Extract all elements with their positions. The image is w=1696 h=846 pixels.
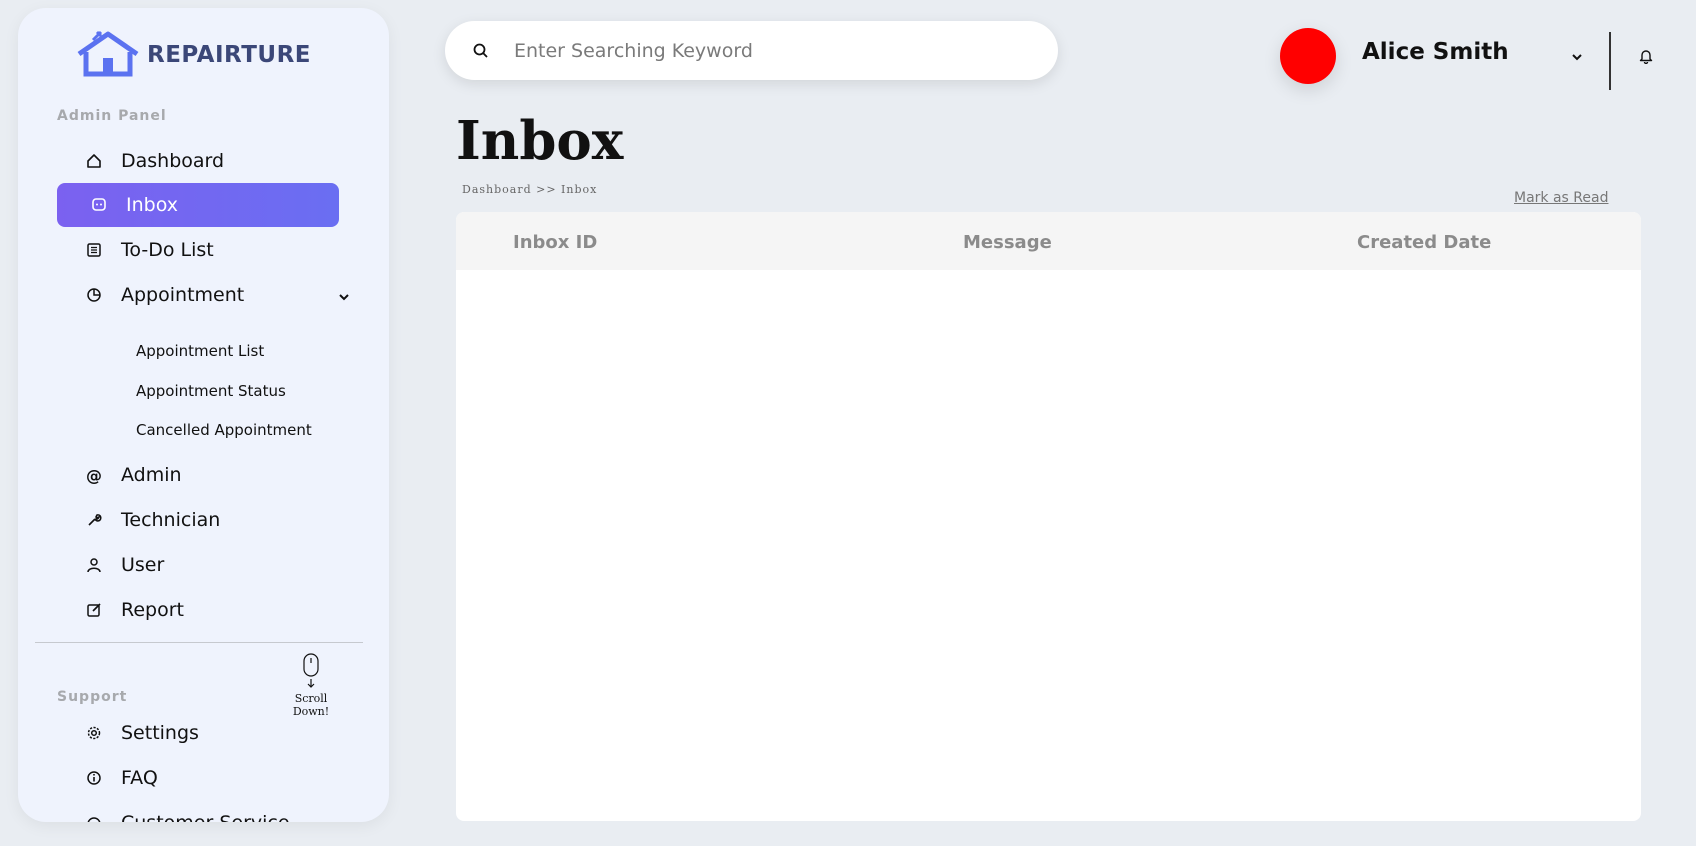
page-title: Inbox [456, 110, 624, 172]
wrench-icon [85, 511, 103, 529]
info-icon [85, 769, 103, 787]
sidebar-item-label: Report [121, 599, 184, 621]
user-name: Alice Smith [1362, 39, 1509, 65]
sidebar-item-appointment[interactable]: Appointment [57, 273, 349, 317]
sidebar-item-label: To-Do List [121, 239, 214, 261]
header-divider [1609, 32, 1611, 90]
scroll-hint: Scroll Down! [276, 653, 346, 718]
sidebar-item-label: Appointment [121, 284, 245, 306]
mark-as-read-link[interactable]: Mark as Read [1514, 190, 1608, 206]
sidebar-item-report[interactable]: Report [57, 588, 339, 632]
sidebar-item-label: Technician [121, 509, 221, 531]
sidebar-item-admin[interactable]: @ Admin [57, 453, 339, 497]
sidebar-item-inbox[interactable]: Inbox [57, 183, 339, 227]
bell-icon[interactable] [1638, 48, 1654, 68]
chevron-down-icon[interactable] [337, 815, 351, 822]
sidebar-item-settings[interactable]: Settings [57, 711, 339, 755]
column-header-inbox-id[interactable]: Inbox ID [513, 232, 597, 253]
sidebar-item-user[interactable]: User [57, 543, 339, 587]
sidebar-divider [35, 642, 363, 643]
sidebar-item-technician[interactable]: Technician [57, 498, 339, 542]
chevron-down-icon[interactable] [1570, 49, 1584, 68]
sidebar-item-faq[interactable]: FAQ [57, 756, 339, 800]
avatar[interactable] [1280, 28, 1336, 84]
column-header-created-date[interactable]: Created Date [1357, 232, 1491, 253]
sidebar-item-todo[interactable]: To-Do List [57, 228, 339, 272]
mouse-scroll-icon [303, 653, 319, 688]
sidebar-item-label: FAQ [121, 767, 158, 789]
sidebar-item-label: Inbox [126, 194, 178, 216]
home-icon [85, 152, 103, 170]
brand-name: REPAIRTURE [147, 42, 311, 68]
support-label: Support [57, 689, 128, 705]
table-header: Inbox ID Message Created Date [456, 212, 1641, 270]
submenu-appointment-status[interactable]: Appointment Status [136, 382, 286, 400]
at-icon: @ [86, 465, 102, 485]
breadcrumb[interactable]: Dashboard >> Inbox [462, 183, 597, 196]
logo[interactable]: REPAIRTURE [73, 30, 311, 80]
admin-panel-label: Admin Panel [57, 108, 167, 124]
column-header-message[interactable]: Message [963, 232, 1052, 253]
search-icon [473, 43, 488, 58]
search-input[interactable] [512, 38, 1036, 63]
edit-icon [85, 601, 103, 619]
submenu-appointment-list[interactable]: Appointment List [136, 342, 264, 360]
sidebar-item-label: User [121, 554, 165, 576]
sidebar-item-label: Settings [121, 722, 199, 744]
list-icon [85, 241, 103, 259]
search-bar[interactable] [445, 21, 1058, 80]
sidebar-item-dashboard[interactable]: Dashboard [57, 139, 339, 183]
headset-icon [85, 814, 103, 822]
gear-icon [85, 724, 103, 742]
sidebar-item-label: Dashboard [121, 150, 225, 172]
sidebar-item-customer-service[interactable]: Customer Service [57, 801, 339, 822]
chat-icon [90, 196, 108, 214]
sidebar-item-label: Customer Service [121, 812, 290, 822]
sidebar: REPAIRTURE Admin Panel Dashboard Inbox T… [18, 8, 389, 822]
inbox-table: Inbox ID Message Created Date [456, 212, 1641, 821]
submenu-cancelled-appointment[interactable]: Cancelled Appointment [136, 421, 312, 439]
pie-chart-icon [85, 286, 103, 304]
sidebar-item-label: Admin [121, 464, 182, 486]
chevron-down-icon[interactable] [337, 287, 351, 309]
user-icon [85, 556, 103, 574]
house-logo-icon [77, 30, 139, 77]
